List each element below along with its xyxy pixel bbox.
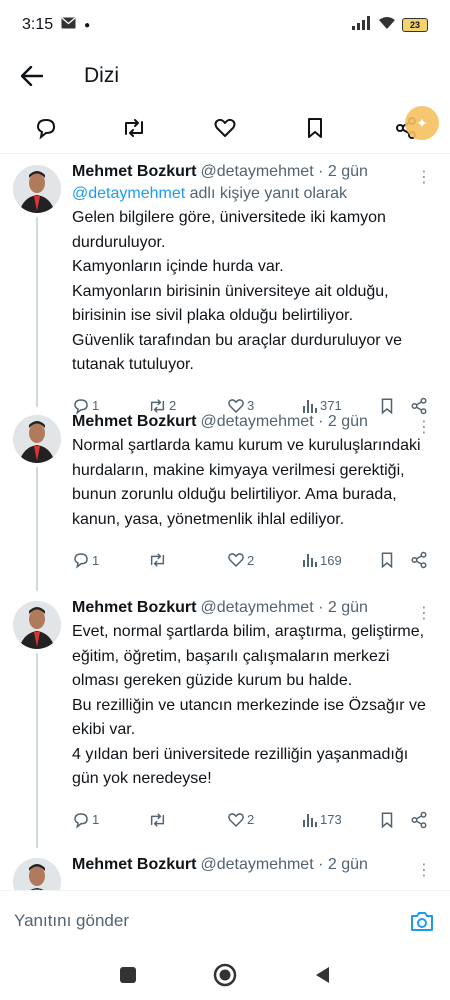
bookmark-icon [381,552,393,569]
thread-connector [36,653,38,848]
retweet-arrows-icon [150,812,165,827]
bookmark-button[interactable] [379,811,395,829]
views-count: 169 [320,552,342,568]
accessibility-fab[interactable]: ✦ [405,106,439,140]
bookmark-button[interactable] [379,551,395,569]
status-bar: 3:15 ● 23 [0,0,450,50]
reply-composer: Yanıtını gönder [0,890,450,950]
avatar[interactable] [13,858,61,890]
reply-count: 1 [92,552,100,568]
like-count-button[interactable]: 2 [227,551,254,569]
tweet[interactable]: ⋮ Mehmet Bozkurt @detaymehmet · 2 gün [0,848,450,890]
reply-context-text: adlı kişiye yanıt olarak [185,185,348,202]
retweet-button[interactable] [120,114,148,142]
tweet-actions: 1 2 173 [72,798,434,842]
tweet-text: Gelen bilgilere göre, üniversitede iki k… [72,209,402,373]
dot-icon: ● [84,19,91,31]
camera-button[interactable] [408,907,436,935]
signal-icon [352,15,372,35]
like-button[interactable] [211,114,239,142]
system-nav-bar [0,950,450,1000]
thread-list[interactable]: ⋮ Mehmet Bozkurt @detaymehmet · 2 gün @d… [0,155,450,890]
avatar[interactable] [13,165,61,213]
tweet-text: Evet, normal şartlarda bilim, araştırma,… [72,623,426,787]
more-options-button[interactable]: ⋮ [416,603,432,623]
tweet-actions: 1 2 169 [72,538,434,582]
share-button[interactable] [410,551,428,569]
author-handle[interactable]: @detaymehmet · 2 gün [200,413,367,431]
square-icon [120,967,136,983]
views-count: 173 [320,812,342,827]
like-count: 2 [247,812,255,827]
reply-count-button[interactable]: 1 [72,811,99,829]
bar-chart-icon [303,813,317,827]
speech-bubble-icon [74,553,88,569]
mention-link[interactable]: @detaymehmet [72,185,185,202]
views-button[interactable]: 169 [302,552,342,568]
wifi-icon [378,16,396,35]
speech-bubble-icon [36,118,56,140]
thread-connector [36,467,38,591]
back-nav-button[interactable] [310,963,334,987]
circle-icon [213,963,237,987]
more-options-button[interactable]: ⋮ [416,167,432,187]
like-count: 2 [247,552,255,568]
author-name[interactable]: Mehmet Bozkurt [72,413,196,431]
accessibility-icon: ✦ [416,114,428,131]
bookmark-icon [381,812,393,828]
more-options-button[interactable]: ⋮ [416,860,432,880]
more-options-button[interactable]: ⋮ [416,417,432,437]
like-count-button[interactable]: 2 [227,811,254,829]
author-handle[interactable]: @detaymehmet · 2 gün [200,599,367,617]
mail-icon [61,16,76,34]
reply-input[interactable]: Yanıtını gönder [14,911,408,931]
retweet-arrows-icon [125,119,143,137]
status-time: 3:15 [22,16,54,33]
camera-icon [411,911,433,931]
bookmark-icon [308,118,322,138]
retweet-count-button[interactable] [148,811,169,829]
author-name[interactable]: Mehmet Bozkurt [72,163,196,181]
arrow-left-icon [21,66,43,86]
avatar[interactable] [13,601,61,649]
avatar[interactable] [13,415,61,463]
reply-count: 1 [92,812,100,827]
reply-button[interactable] [32,114,60,142]
views-button[interactable]: 173 [302,812,342,828]
share-icon [411,551,427,569]
author-name[interactable]: Mehmet Bozkurt [72,599,196,617]
heart-icon [214,118,236,137]
battery-icon: 23 [402,18,428,32]
bar-chart-icon [303,554,317,567]
author-handle[interactable]: @detaymehmet · 2 gün [200,856,367,874]
reply-count-button[interactable]: 1 [72,551,99,569]
share-button[interactable] [410,811,428,829]
reply-context: @detaymehmet adlı kişiye yanıt olarak [72,185,434,203]
speech-bubble-icon [74,812,88,829]
tweet[interactable]: ⋮ Mehmet Bozkurt @detaymehmet · 2 gün Ev… [0,591,450,848]
tweet[interactable]: ⋮ Mehmet Bozkurt @detaymehmet · 2 gün @d… [0,155,450,415]
recents-button[interactable] [116,963,140,987]
page-title: Dizi [84,64,119,87]
triangle-back-icon [316,967,329,983]
thread-action-bar [0,102,450,154]
tweet[interactable]: ⋮ Mehmet Bozkurt @detaymehmet · 2 gün No… [0,405,450,591]
author-name[interactable]: Mehmet Bozkurt [72,856,196,874]
heart-icon [228,553,244,567]
thread-connector [36,217,38,407]
heart-icon [228,812,244,827]
retweet-arrows-icon [150,553,165,567]
share-icon [411,811,427,828]
retweet-count-button[interactable] [148,551,169,569]
author-handle[interactable]: @detaymehmet · 2 gün [200,163,367,181]
bookmark-button[interactable] [301,114,329,142]
tweet-text: Normal şartlarda kamu kurum ve kuruluşla… [72,437,421,528]
top-header: Dizi [0,50,450,102]
back-button[interactable] [0,50,64,102]
home-button[interactable] [213,963,237,987]
